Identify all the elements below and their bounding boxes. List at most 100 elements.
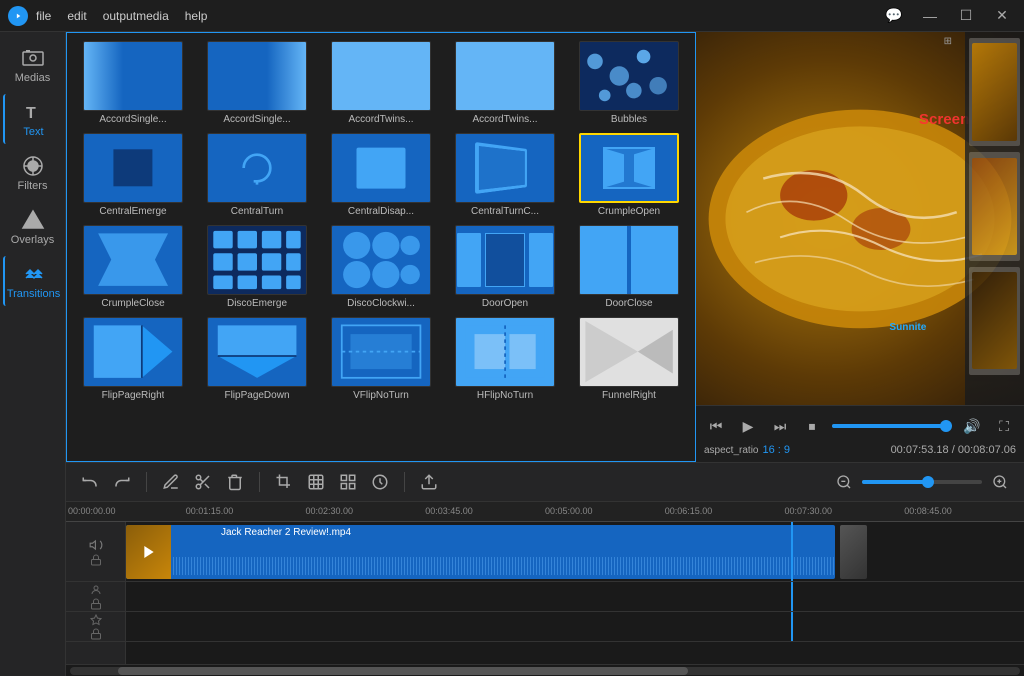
maximize-button[interactable]: ☐ — [952, 6, 980, 26]
sidebar-item-text-label: Text — [23, 126, 43, 138]
export-button[interactable] — [417, 470, 441, 494]
transition-flip-page-right[interactable]: FlipPageRight — [75, 317, 191, 401]
transition-crumple-open[interactable]: CrumpleOpen — [571, 133, 687, 217]
playback-controls: ⏮ ▶ ⏭ ⏹ 🔊 ⛶ — [704, 410, 1016, 442]
aspect-ratio-info: aspect_ratio 16 : 9 — [704, 444, 790, 456]
track-area: Jack Reacher 2 Review!.mp4 — [126, 522, 1024, 664]
transition-funnel-right[interactable]: FunnelRight — [571, 317, 687, 401]
transition-label: VFlipNoTurn — [353, 390, 409, 401]
svg-text:Screen: Screen — [919, 111, 969, 128]
transition-label: FunnelRight — [602, 390, 656, 401]
transition-accord-twins-v[interactable]: AccordTwins... — [447, 41, 563, 125]
crop-button[interactable] — [272, 470, 296, 494]
ruler-tick-7: 00:08:45.00 — [904, 506, 952, 516]
titlebar: file edit outputmedia help 💬 — ☐ ✕ — [0, 0, 1024, 32]
transition-label: AccordTwins... — [348, 114, 413, 125]
menu-outputmedia[interactable]: outputmedia — [103, 9, 169, 23]
audio-track-row — [126, 582, 1024, 612]
transition-accord-twins-h[interactable]: AccordTwins... — [323, 41, 439, 125]
ruler-tick-5: 00:06:15.00 — [665, 506, 713, 516]
transition-disco-clockwi[interactable]: DiscoClockwi... — [323, 225, 439, 309]
transition-label: DoorClose — [605, 298, 652, 309]
ruler-tick-4: 00:05:00.00 — [545, 506, 593, 516]
transition-label: AccordSingle... — [99, 114, 166, 125]
cut-button[interactable] — [191, 470, 215, 494]
menu-edit[interactable]: edit — [67, 9, 86, 23]
zoom-in-button[interactable] — [988, 470, 1012, 494]
transition-label: DoorOpen — [482, 298, 528, 309]
svg-text:T: T — [26, 105, 36, 122]
zoom-slider[interactable] — [862, 480, 982, 484]
sidebar-item-transitions[interactable]: Transitions — [3, 256, 63, 306]
sidebar-item-overlays-label: Overlays — [11, 234, 54, 246]
transition-crumple-close[interactable]: CrumpleClose — [75, 225, 191, 309]
transition-door-close[interactable]: DoorClose — [571, 225, 687, 309]
volume-button[interactable]: 🔊 — [960, 414, 984, 438]
grid-button[interactable] — [336, 470, 360, 494]
clock-button[interactable] — [368, 470, 392, 494]
menu-help[interactable]: help — [185, 9, 208, 23]
transition-central-disap[interactable]: CentralDisap... — [323, 133, 439, 217]
redo-button[interactable] — [110, 470, 134, 494]
app-icon — [8, 6, 28, 26]
track-side-icons-text — [90, 607, 102, 647]
sidebar-item-text[interactable]: T Text — [3, 94, 63, 144]
transition-bubbles[interactable]: Bubbles — [571, 41, 687, 125]
window-controls: 💬 — ☐ ✕ — [880, 6, 1016, 26]
play-button[interactable]: ▶ — [736, 414, 760, 438]
stop-button[interactable]: ⏹ — [800, 414, 824, 438]
zoom-out-button[interactable] — [832, 470, 856, 494]
delete-button[interactable] — [223, 470, 247, 494]
bottom-section: 00:00:00.00 00:01:15.00 00:02:30.00 00:0… — [66, 462, 1024, 676]
transition-disco-emerge[interactable]: DiscoEmerge — [199, 225, 315, 309]
lock-icon — [90, 554, 102, 566]
sidebar: Medias T Text Filters Ov — [0, 32, 66, 676]
transition-label: CentralEmerge — [99, 206, 166, 217]
lock-icon-3 — [90, 628, 102, 640]
menu-file[interactable]: file — [36, 9, 51, 23]
rewind-button[interactable]: ⏮ — [704, 414, 728, 438]
sidebar-item-transitions-label: Transitions — [7, 288, 60, 300]
transition-central-turn[interactable]: CentralTurn — [199, 133, 315, 217]
close-button[interactable]: ✕ — [988, 6, 1016, 26]
transition-label: FlipPageRight — [102, 390, 165, 401]
transition-central-emerge[interactable]: CentralEmerge — [75, 133, 191, 217]
transition-central-turn-c[interactable]: CentralTurnC... — [447, 133, 563, 217]
transition-label: CentralDisap... — [348, 206, 414, 217]
video-progress-bar[interactable] — [832, 424, 952, 428]
menu-bar: file edit outputmedia help — [36, 9, 880, 23]
video-track-row: Jack Reacher 2 Review!.mp4 — [126, 522, 1024, 582]
transition-accord-single-left[interactable]: AccordSingle... — [75, 41, 191, 125]
transition-accord-single-right[interactable]: AccordSingle... — [199, 41, 315, 125]
fullscreen-button[interactable]: ⛶ — [992, 414, 1016, 438]
sidebar-item-overlays[interactable]: Overlays — [3, 202, 63, 252]
time-info: aspect_ratio 16 : 9 00:07:53.18 / 00:08:… — [704, 442, 1016, 458]
transition-flip-page-down[interactable]: FlipPageDown — [199, 317, 315, 401]
transition-vflip-no-turn[interactable]: VFlipNoTurn — [323, 317, 439, 401]
video-controls: ⏮ ▶ ⏭ ⏹ 🔊 ⛶ aspect_ratio — [696, 405, 1024, 462]
resize-button[interactable] — [304, 470, 328, 494]
transition-label: DiscoClockwi... — [347, 298, 415, 309]
horizontal-scrollbar[interactable] — [66, 664, 1024, 676]
transition-label: CentralTurnC... — [471, 206, 539, 217]
minimize-button[interactable]: — — [916, 6, 944, 26]
track-side-icons-video — [89, 532, 103, 572]
sidebar-item-filters[interactable]: Filters — [3, 148, 63, 198]
undo-button[interactable] — [78, 470, 102, 494]
aspect-ratio-value: 16 : 9 — [762, 444, 790, 456]
main-video-clip[interactable]: Jack Reacher 2 Review!.mp4 — [126, 525, 835, 579]
fast-forward-button[interactable]: ⏭ — [768, 414, 792, 438]
sidebar-item-medias[interactable]: Medias — [3, 40, 63, 90]
toolbar-divider-3 — [404, 472, 405, 492]
transition-door-open[interactable]: DoorOpen — [447, 225, 563, 309]
small-clip[interactable] — [840, 525, 867, 579]
pen-button[interactable] — [159, 470, 183, 494]
svg-text:Sunnite: Sunnite — [889, 322, 926, 333]
transition-label: DiscoEmerge — [227, 298, 287, 309]
transition-hflip-no-turn[interactable]: HFlipNoTurn — [447, 317, 563, 401]
top-section: AccordSingle... AccordSingle... AccordTw… — [66, 32, 1024, 462]
chat-button[interactable]: 💬 — [880, 6, 908, 26]
text-track-row — [126, 612, 1024, 642]
aspect-ratio-label: aspect_ratio — [704, 445, 758, 456]
transition-label: AccordSingle... — [223, 114, 290, 125]
